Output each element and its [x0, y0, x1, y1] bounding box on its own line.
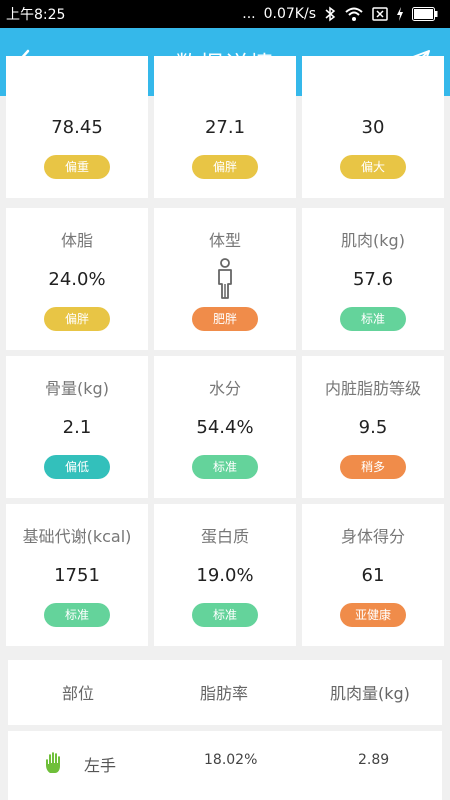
status-badge: 标准	[192, 603, 258, 627]
column-header-muscle: 肌肉量(kg)	[330, 684, 410, 703]
metric-value: 57.6	[352, 269, 394, 290]
metric-cell-body-type[interactable]: 体型 肥胖	[154, 208, 296, 350]
status-badge: 稍多	[340, 455, 406, 479]
wifi-icon	[345, 7, 363, 21]
status-dots: ...	[242, 6, 256, 22]
metric-value: 54.4%	[196, 417, 254, 438]
metric-value: 9.5	[358, 417, 388, 438]
status-badge: 偏低	[44, 455, 110, 479]
metric-cell-bmr[interactable]: 基础代谢(kcal) 1751 标准	[6, 504, 148, 646]
metric-label: 骨量(kg)	[45, 379, 109, 398]
metric-cell-body-fat[interactable]: 体脂 24.0% 偏胖	[6, 208, 148, 350]
metric-label: 体脂	[60, 231, 93, 250]
metric-value: 78.45	[51, 117, 103, 138]
metric-cell-visceral-fat[interactable]: 内脏脂肪等级 9.5 稍多	[302, 356, 444, 498]
status-badge: 肥胖	[192, 307, 258, 331]
metric-value: 19.0%	[196, 565, 254, 586]
metric-cell-bone-mass[interactable]: 骨量(kg) 2.1 偏低	[6, 356, 148, 498]
metric-label: 基础代谢(kcal)	[22, 527, 132, 546]
segment-fat-rate: 18.02%	[204, 752, 258, 768]
status-badge: 偏大	[340, 155, 406, 179]
column-header-fat-rate: 脂肪率	[200, 684, 249, 703]
metric-label: 内脏脂肪等级	[324, 379, 421, 398]
column-header-part: 部位	[62, 684, 95, 703]
status-badge: 标准	[340, 307, 406, 331]
metric-value: 30	[361, 117, 385, 138]
metric-label: 身体得分	[340, 527, 405, 546]
table-row[interactable]: 左手 18.02% 2.89	[8, 731, 442, 800]
status-bar: 上午8:25 ... 0.07K/s	[0, 0, 450, 28]
network-speed: 0.07K/s	[263, 6, 316, 22]
status-badge: 偏胖	[192, 155, 258, 179]
metric-label: 水分	[208, 379, 241, 398]
person-icon	[154, 258, 296, 300]
metric-cell-bmi[interactable]: 27.1 偏胖	[154, 56, 296, 198]
segment-table-header: 部位 脂肪率 肌肉量(kg)	[8, 660, 442, 725]
metric-value: 24.0%	[48, 269, 106, 290]
status-badge: 标准	[44, 603, 110, 627]
battery-icon	[412, 7, 438, 21]
no-sim-icon	[372, 7, 388, 21]
status-badge: 偏胖	[44, 307, 110, 331]
status-time: 上午8:25	[6, 7, 66, 23]
metric-label: 肌肉(kg)	[341, 231, 405, 250]
metric-cell-muscle[interactable]: 肌肉(kg) 57.6 标准	[302, 208, 444, 350]
metric-value: 27.1	[204, 117, 246, 138]
metric-value: 1751	[54, 565, 100, 586]
metric-cell-body-score[interactable]: 身体得分 61 亚健康	[302, 504, 444, 646]
segment-muscle: 2.89	[358, 752, 390, 768]
bluetooth-icon	[325, 6, 336, 22]
metric-value: 2.1	[62, 417, 92, 438]
status-indicators: ... 0.07K/s	[242, 6, 438, 22]
metric-cell-body-age[interactable]: 30 偏大	[302, 56, 444, 198]
metric-value: 61	[361, 565, 385, 586]
metric-cell-protein[interactable]: 蛋白质 19.0% 标准	[154, 504, 296, 646]
charging-icon	[397, 7, 403, 21]
metric-label: 蛋白质	[200, 527, 249, 546]
metric-cell-water[interactable]: 水分 54.4% 标准	[154, 356, 296, 498]
hand-icon	[46, 752, 60, 773]
segment-part: 左手	[84, 756, 117, 775]
status-badge: 亚健康	[340, 603, 406, 627]
metric-cell-weight[interactable]: 78.45 偏重	[6, 56, 148, 198]
status-badge: 标准	[192, 455, 258, 479]
status-badge: 偏重	[44, 155, 110, 179]
metric-label: 体型	[208, 231, 241, 250]
